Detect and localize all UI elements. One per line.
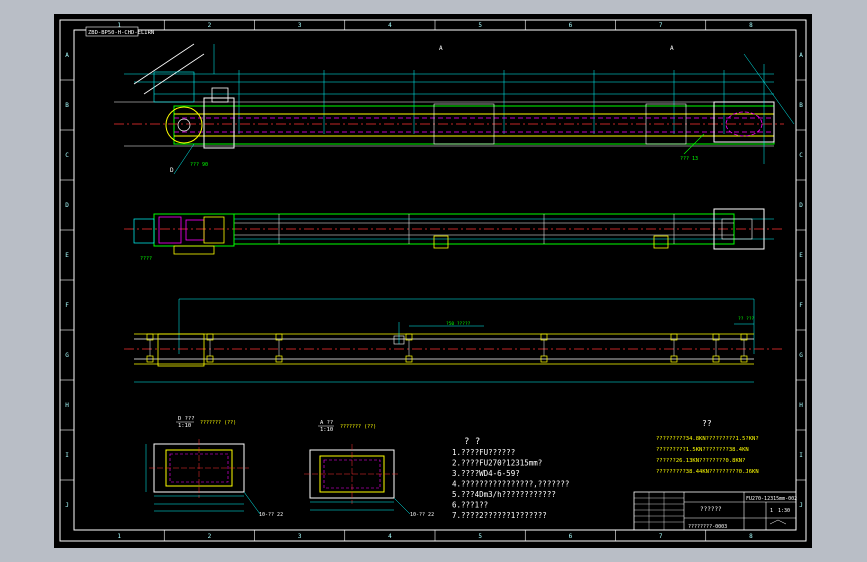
note-line: 6.???1?? [452, 501, 488, 510]
cad-drawing-canvas: 1 1 2 2 3 3 4 4 5 5 6 6 7 7 8 8 A A B B C C D D E E F F G G H H I I J J ZBD… [59, 19, 807, 542]
section-mark-d: D [170, 167, 174, 174]
border-row-label: I [65, 452, 69, 459]
border-row-label: A [799, 52, 803, 59]
notes-title: ? ? [464, 437, 480, 447]
params-title: ?? [702, 419, 712, 428]
border-col-label: 6 [569, 22, 573, 29]
part-tag-support: ?? ??? [738, 316, 755, 322]
border-col-label: 5 [478, 22, 482, 29]
param-line: ?????????38.44KN?????????0.J6KN [656, 469, 759, 475]
note-line: 4.????????????????,??????? [452, 480, 569, 489]
border-row-label: J [65, 502, 69, 509]
detail-a-tag: 10-?? 22 [259, 512, 283, 518]
border-col-label: 8 [749, 533, 753, 540]
border-row-label: D [65, 202, 69, 209]
border-col-label: 2 [208, 533, 212, 540]
border-row-label: C [799, 152, 803, 159]
section-mark-a-left: A [439, 45, 443, 52]
border-row-label: F [65, 302, 69, 309]
detail-b: A ?? 1:10 ??????? (??) 10-?? 22 [304, 420, 434, 518]
border-col-label: 3 [298, 533, 302, 540]
frame-posts [146, 333, 748, 363]
border-col-label: 5 [478, 533, 482, 540]
detail-b-title: A ?? [320, 420, 333, 426]
border-col-label: 3 [298, 22, 302, 29]
border-row-label: H [799, 402, 803, 409]
technical-parameters: ?????????34.8KN?????????1.5?KN??????????… [656, 436, 759, 475]
border-row-label: D [799, 202, 803, 209]
detail-b-caption: ??????? (??) [340, 424, 376, 430]
note-line: 7.????2??????1??????? [452, 511, 547, 520]
border-row-label: F [799, 302, 803, 309]
part-tag-frame: ?50 ????? [446, 321, 471, 327]
title-block: FU270-12315mm-002 ?????? ????????-0003 1… [633, 491, 797, 531]
title-drawing-no: FU270-12315mm-002 [746, 496, 797, 502]
section-mark-a-right: A [670, 45, 674, 52]
support-frame-view [124, 298, 784, 383]
border-col-label: 1 [117, 533, 121, 540]
part-tag-motor: ???? [140, 256, 152, 262]
border-row-label: A [65, 52, 69, 59]
note-line: 3.????WD4-6-59? [452, 469, 520, 478]
border-row-label: J [799, 502, 803, 509]
title-scale: 1:30 [778, 508, 790, 514]
detail-b-scale: 1:10 [320, 427, 333, 433]
part-tag-tail: ??? 13 [680, 156, 698, 162]
border-row-label: I [799, 452, 803, 459]
border-row-label: G [799, 352, 803, 359]
note-line: 2.????FU270?12315mm? [452, 459, 542, 468]
border-row-label: G [65, 352, 69, 359]
detail-b-tag: 10-?? 22 [410, 512, 434, 518]
title-name: ?????? [700, 506, 722, 513]
detail-a-scale: 1:10 [178, 423, 191, 429]
technical-notes: 1.????FU?????? 2.????FU270?12315mm?3.????… [452, 448, 569, 520]
part-tag-head: ??? 90 [190, 162, 208, 168]
head-sprocket [165, 106, 203, 144]
param-line: ?????????34.8KN?????????1.5?KN? [656, 436, 759, 442]
param-line: ?????????1.5KN????????38.4KN [656, 447, 749, 453]
detail-a: D ??? 1:10 ??????? (??) 10-?? 22 [145, 416, 283, 518]
border-row-label: H [65, 402, 69, 409]
border-row-label: B [65, 102, 69, 109]
inner-frame [73, 29, 797, 531]
border-row-label: B [799, 102, 803, 109]
border-col-label: 7 [659, 22, 663, 29]
detail-a-title: D ??? [178, 416, 195, 422]
border-col-label: 7 [659, 533, 663, 540]
border-col-label: 4 [388, 533, 392, 540]
detail-a-caption: ??????? (??) [200, 420, 236, 426]
side-elevation-view [114, 43, 795, 175]
title-part-no: ????????-0003 [688, 524, 727, 530]
border-col-label: 2 [208, 22, 212, 29]
cad-viewport[interactable]: 1 1 2 2 3 3 4 4 5 5 6 6 7 7 8 8 A A B B C C D D E E F F G G H H I I J J ZBD… [54, 14, 812, 548]
top-view [124, 208, 784, 255]
param-line: ??????26.13KN????????0.8KN? [656, 458, 745, 464]
border-col-label: 8 [749, 22, 753, 29]
border-row-label: E [799, 252, 803, 259]
border-col-label: 4 [388, 22, 392, 29]
note-line: 1.????FU?????? [452, 448, 515, 457]
casing-body [173, 105, 775, 145]
border-row-label: E [65, 252, 69, 259]
border-row-label: C [65, 152, 69, 159]
note-line: 5.???4Dm3/h???????????? [452, 490, 556, 499]
code-stamp: ZBD-BP50-H-CHD-ELIRN [88, 30, 154, 36]
title-sheet: 1 [770, 508, 773, 514]
border-col-label: 6 [569, 533, 573, 540]
manufacturer-logo-icon [769, 519, 787, 525]
